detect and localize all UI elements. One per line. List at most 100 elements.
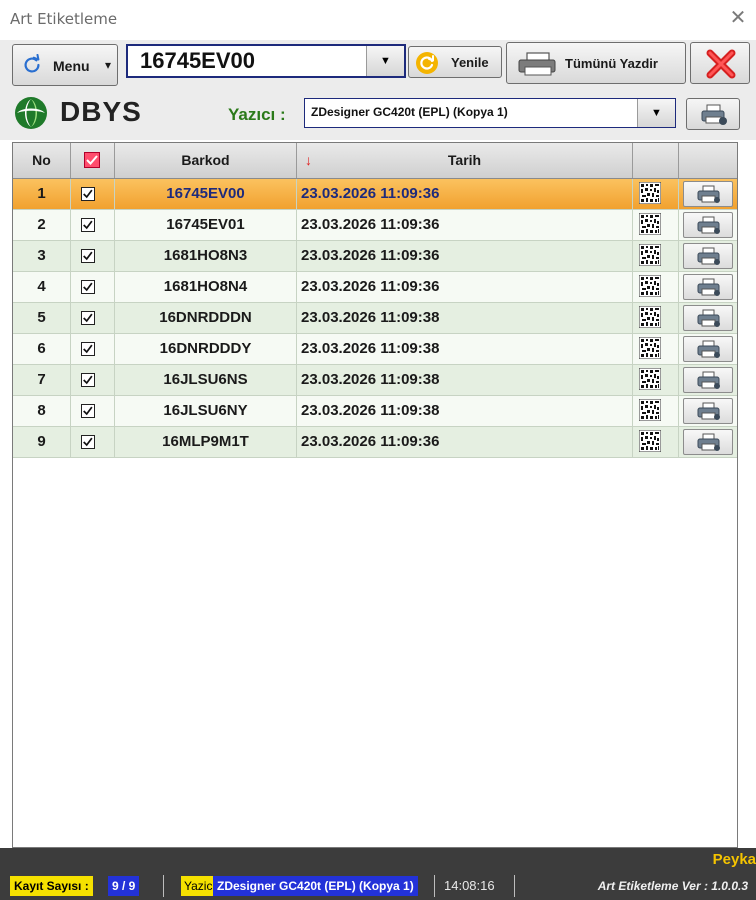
- column-header-barcode[interactable]: Barkod: [115, 143, 297, 178]
- table-row[interactable]: 5 16DNRDDDN 23.03.2026 11:09:38: [13, 303, 737, 334]
- printer-icon: [518, 52, 556, 76]
- column-header-select-all[interactable]: [71, 143, 115, 178]
- row-checkbox-cell[interactable]: [71, 334, 115, 364]
- row-checkbox[interactable]: [81, 249, 95, 263]
- printer-icon: [697, 216, 720, 234]
- row-checkbox[interactable]: [81, 311, 95, 325]
- status-divider: [514, 875, 515, 897]
- dropdown-arrow-icon[interactable]: ▼: [637, 99, 675, 127]
- status-divider: [434, 875, 435, 897]
- row-print-button[interactable]: [683, 243, 733, 269]
- row-checkbox[interactable]: [81, 342, 95, 356]
- version-label: Art Etiketleme Ver : 1.0.0.3: [597, 879, 748, 893]
- sort-desc-icon: ↓: [305, 152, 312, 168]
- table-row[interactable]: 1 16745EV00 23.03.2026 11:09:36: [13, 179, 737, 210]
- row-checkbox[interactable]: [81, 435, 95, 449]
- row-checkbox-cell[interactable]: [71, 272, 115, 302]
- row-checkbox-cell[interactable]: [71, 179, 115, 209]
- row-checkbox[interactable]: [81, 373, 95, 387]
- row-print-cell: [679, 179, 737, 209]
- row-barcode: 1681HO8N3: [115, 241, 297, 271]
- grid-header: No Barkod ↓ Tarih: [13, 143, 737, 179]
- print-all-button[interactable]: Tümünü Yazdir: [506, 42, 686, 84]
- printer-settings-icon: [701, 104, 727, 125]
- column-header-no[interactable]: No: [13, 143, 71, 178]
- row-checkbox-cell[interactable]: [71, 210, 115, 240]
- row-datamatrix-button[interactable]: [633, 272, 679, 302]
- select-all-checkbox-icon: [84, 152, 100, 168]
- row-checkbox[interactable]: [81, 404, 95, 418]
- close-icon[interactable]: ✕: [726, 6, 750, 30]
- row-datamatrix-button[interactable]: [633, 365, 679, 395]
- table-row[interactable]: 2 16745EV01 23.03.2026 11:09:36: [13, 210, 737, 241]
- row-checkbox-cell[interactable]: [71, 303, 115, 333]
- row-print-cell: [679, 303, 737, 333]
- row-checkbox[interactable]: [81, 218, 95, 232]
- row-checkbox[interactable]: [81, 280, 95, 294]
- menu-button[interactable]: Menu ▾: [12, 44, 118, 86]
- row-date: 23.03.2026 11:09:36: [297, 241, 633, 271]
- row-barcode: 16745EV01: [115, 210, 297, 240]
- row-checkbox-cell[interactable]: [71, 241, 115, 271]
- column-header-date[interactable]: ↓ Tarih: [297, 143, 633, 178]
- row-barcode: 16JLSU6NS: [115, 365, 297, 395]
- barcode-combobox[interactable]: 16745EV00 ▼: [126, 44, 406, 78]
- row-print-button[interactable]: [683, 212, 733, 238]
- row-barcode: 16745EV00: [115, 179, 297, 209]
- row-print-button[interactable]: [683, 429, 733, 455]
- row-date: 23.03.2026 11:09:36: [297, 179, 633, 209]
- barcode-input[interactable]: 16745EV00: [140, 48, 255, 74]
- row-number: 8: [13, 396, 71, 426]
- table-row[interactable]: 7 16JLSU6NS 23.03.2026 11:09:38: [13, 365, 737, 396]
- refresh-icon: [24, 54, 40, 73]
- row-checkbox[interactable]: [81, 187, 95, 201]
- row-checkbox-cell[interactable]: [71, 427, 115, 457]
- row-print-button[interactable]: [683, 181, 733, 207]
- brand-label: Peyka: [712, 851, 756, 868]
- row-datamatrix-button[interactable]: [633, 241, 679, 271]
- row-print-button[interactable]: [683, 305, 733, 331]
- status-divider: [163, 875, 164, 897]
- row-datamatrix-button[interactable]: [633, 334, 679, 364]
- row-datamatrix-button[interactable]: [633, 396, 679, 426]
- row-datamatrix-button[interactable]: [633, 427, 679, 457]
- table-row[interactable]: 9 16MLP9M1T 23.03.2026 11:09:36: [13, 427, 737, 458]
- table-row[interactable]: 4 1681HO8N4 23.03.2026 11:09:36: [13, 272, 737, 303]
- row-checkbox-cell[interactable]: [71, 365, 115, 395]
- row-print-button[interactable]: [683, 398, 733, 424]
- table-row[interactable]: 3 1681HO8N3 23.03.2026 11:09:36: [13, 241, 737, 272]
- row-barcode: 16DNRDDDN: [115, 303, 297, 333]
- row-datamatrix-button[interactable]: [633, 210, 679, 240]
- refresh-label: Yenile: [451, 55, 489, 70]
- status-printer-value: ZDesigner GC420t (EPL) (Kopya 1): [213, 876, 418, 896]
- checkmark-icon: [83, 375, 93, 385]
- exit-button[interactable]: [690, 42, 750, 84]
- printer-settings-button[interactable]: [686, 98, 740, 130]
- record-count-value: 9 / 9: [108, 876, 140, 896]
- title-bar: Art Etiketleme ✕: [0, 0, 756, 40]
- datamatrix-icon: [639, 399, 661, 421]
- row-number: 5: [13, 303, 71, 333]
- row-checkbox-cell[interactable]: [71, 396, 115, 426]
- refresh-button[interactable]: Yenile: [408, 46, 502, 78]
- printer-combobox[interactable]: ZDesigner GC420t (EPL) (Kopya 1) ▼: [304, 98, 676, 128]
- row-print-button[interactable]: [683, 274, 733, 300]
- dropdown-arrow-icon[interactable]: ▼: [366, 46, 404, 76]
- row-print-button[interactable]: [683, 367, 733, 393]
- menu-caret-icon: ▾: [105, 58, 112, 72]
- row-print-cell: [679, 427, 737, 457]
- exit-icon: [706, 49, 736, 79]
- row-print-button[interactable]: [683, 336, 733, 362]
- logo-text: DBYS: [60, 96, 142, 127]
- row-datamatrix-button[interactable]: [633, 303, 679, 333]
- table-row[interactable]: 6 16DNRDDDY 23.03.2026 11:09:38: [13, 334, 737, 365]
- row-datamatrix-button[interactable]: [633, 179, 679, 209]
- row-print-cell: [679, 241, 737, 271]
- row-date: 23.03.2026 11:09:36: [297, 272, 633, 302]
- table-row[interactable]: 8 16JLSU6NY 23.03.2026 11:09:38: [13, 396, 737, 427]
- row-date: 23.03.2026 11:09:38: [297, 303, 633, 333]
- row-barcode: 16MLP9M1T: [115, 427, 297, 457]
- column-header-date-label: Tarih: [447, 152, 482, 168]
- printer-label: Yazıcı :: [228, 105, 286, 124]
- checkmark-icon: [83, 344, 93, 354]
